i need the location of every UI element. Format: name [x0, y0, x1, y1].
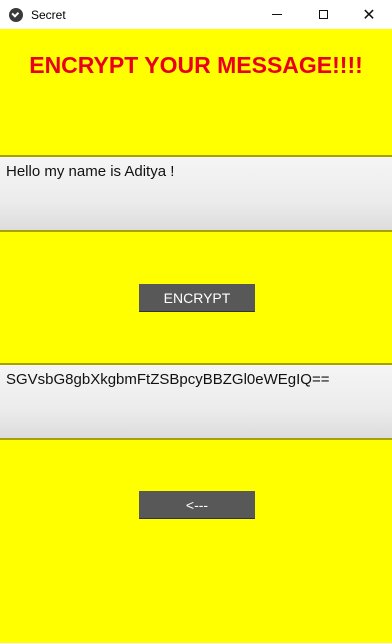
close-button[interactable]: ✕ [346, 0, 392, 29]
app-window: Secret ✕ ENCRYPT YOUR MESSAGE!!!! Hello … [0, 0, 392, 643]
encrypt-button[interactable]: ENCRYPT [139, 284, 255, 312]
window-controls: ✕ [254, 0, 392, 29]
close-icon: ✕ [362, 4, 376, 24]
maximize-button[interactable] [300, 0, 346, 29]
maximize-icon [318, 10, 328, 19]
back-button[interactable]: <--- [139, 491, 255, 519]
minimize-button[interactable] [254, 0, 300, 29]
page-title: ENCRYPT YOUR MESSAGE!!!! [29, 52, 363, 78]
app-logo-icon [9, 7, 23, 22]
minimize-icon [272, 14, 282, 15]
message-input[interactable]: Hello my name is Aditya ! [0, 155, 392, 232]
window-title: Secret [31, 7, 66, 22]
title-bar[interactable]: Secret ✕ [0, 0, 392, 29]
encrypted-output-field[interactable]: SGVsbG8gbXkgbmFtZSBpcyBBZGl0eWEgIQ== [0, 363, 392, 440]
